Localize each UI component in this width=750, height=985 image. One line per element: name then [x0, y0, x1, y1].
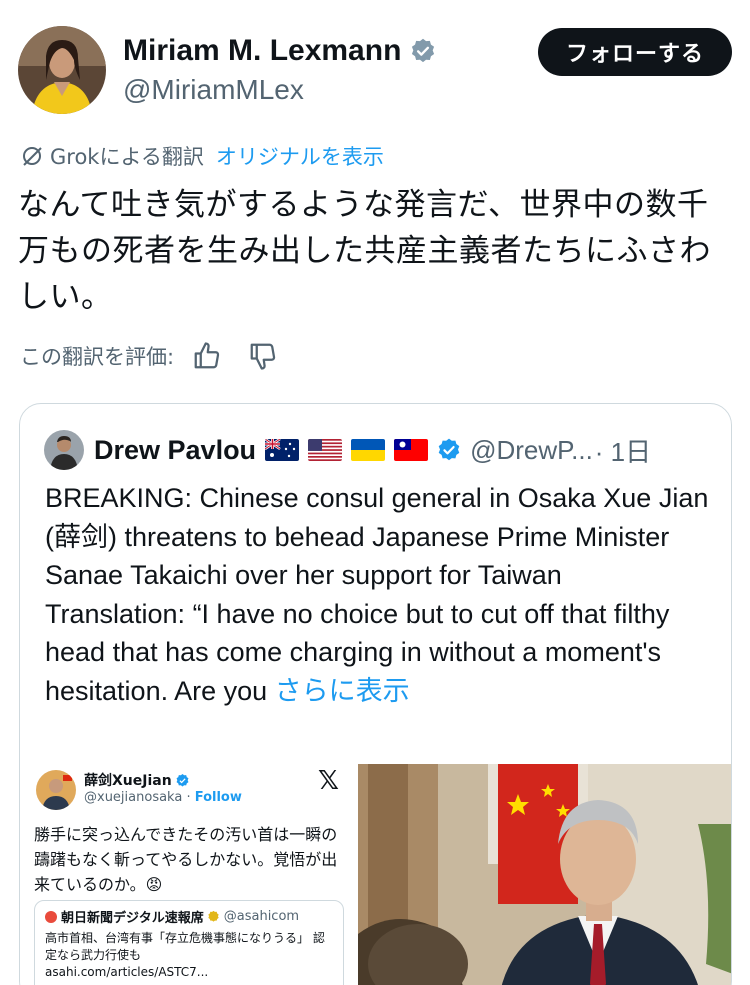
quoted-author-name[interactable]: Drew Pavlou [94, 435, 256, 466]
thumbs-down-icon[interactable] [248, 341, 278, 371]
follow-button[interactable]: フォローする [538, 28, 732, 76]
post-text: なんて吐き気がするような発言だ、世界中の数千万もの死者を生み出した共産主義者たち… [18, 187, 711, 315]
show-more-link[interactable]: さらに表示 [275, 676, 410, 706]
embedded-avatar [36, 770, 76, 810]
embedded-verified-icon [176, 773, 189, 786]
author-name-row: Miriam M. Lexmann [123, 34, 437, 68]
author-handle[interactable]: @MiriamMLex [123, 74, 304, 106]
show-original-link[interactable]: オリジナルを表示 [216, 141, 384, 171]
translation-label: Grokによる翻訳 [50, 145, 204, 169]
embedded-handle-text: @xuejianosaka [84, 790, 183, 805]
quoted-author-handle[interactable]: @DrewP... [470, 435, 593, 466]
embedded-follow-label: Follow [194, 790, 242, 805]
australia-flag-icon [265, 439, 300, 461]
x-logo-icon: 𝕏 [318, 766, 339, 796]
quoted-post-header: Drew Pavlou @DrewP... · 1日 [44, 430, 651, 470]
thumbs-up-icon[interactable] [192, 341, 222, 371]
embedded-card-source: 朝日新聞デジタル速報席 [61, 911, 204, 926]
embedded-author-name-text: 薛剑XueJian [84, 773, 172, 789]
post-header: Miriam M. Lexmann @MiriamMLex フォローする [18, 26, 732, 116]
grok-icon [23, 147, 42, 166]
embedded-tweet-screenshot[interactable]: 薛剑XueJian @xuejianosaka · Follow 𝕏 勝手に突っ… [20, 764, 353, 985]
embedded-tweet-text: 勝手に突っ込んできたその汚い首は一瞬の躊躇もなく斬ってやるしかない。覚悟が出来て… [34, 825, 338, 894]
quoted-post-text: BREAKING: Chinese consul general in Osak… [45, 479, 715, 710]
rate-translation-label: この翻訳を評価: [20, 345, 175, 369]
embedded-card-text: 高市首相、台湾有事「存立危機事態になりうる」 認定なら武力行使も [45, 931, 325, 962]
embedded-author-name: 薛剑XueJian [84, 770, 190, 790]
verified-badge-icon [409, 37, 437, 65]
embedded-card-handle: @asahicom [223, 909, 300, 924]
embedded-handle: @xuejianosaka · Follow [84, 790, 242, 805]
quoted-post[interactable]: Drew Pavlou @DrewP... · 1日 BREAKING: Chi… [19, 403, 732, 985]
verified-badge-icon [438, 438, 460, 461]
usa-flag-icon [308, 439, 343, 461]
rate-translation-row: この翻訳を評価: [20, 341, 278, 371]
ukraine-flag-icon [351, 439, 386, 461]
quoted-author-avatar[interactable] [44, 430, 84, 470]
embedded-card-link: asahi.com/articles/ASTC7... [45, 965, 209, 979]
translation-bar: Grokによる翻訳 オリジナルを表示 [20, 141, 384, 171]
taiwan-flag-icon [394, 439, 429, 461]
embedded-card-header: 朝日新聞デジタル速報席 @asahicom [45, 907, 333, 926]
quoted-post-media[interactable]: 薛剑XueJian @xuejianosaka · Follow 𝕏 勝手に突っ… [20, 764, 731, 985]
embedded-link-card: 朝日新聞デジタル速報席 @asahicom 高市首相、台湾有事「存立危機事態にな… [34, 900, 344, 985]
quoted-post-body: BREAKING: Chinese consul general in Osak… [45, 483, 709, 706]
author-avatar[interactable] [18, 26, 106, 114]
gold-verified-icon [208, 910, 219, 922]
consul-photo[interactable] [358, 764, 731, 985]
quoted-post-time[interactable]: · 1日 [595, 432, 651, 469]
author-name[interactable]: Miriam M. Lexmann [123, 34, 401, 68]
newspaper-icon [45, 910, 57, 923]
